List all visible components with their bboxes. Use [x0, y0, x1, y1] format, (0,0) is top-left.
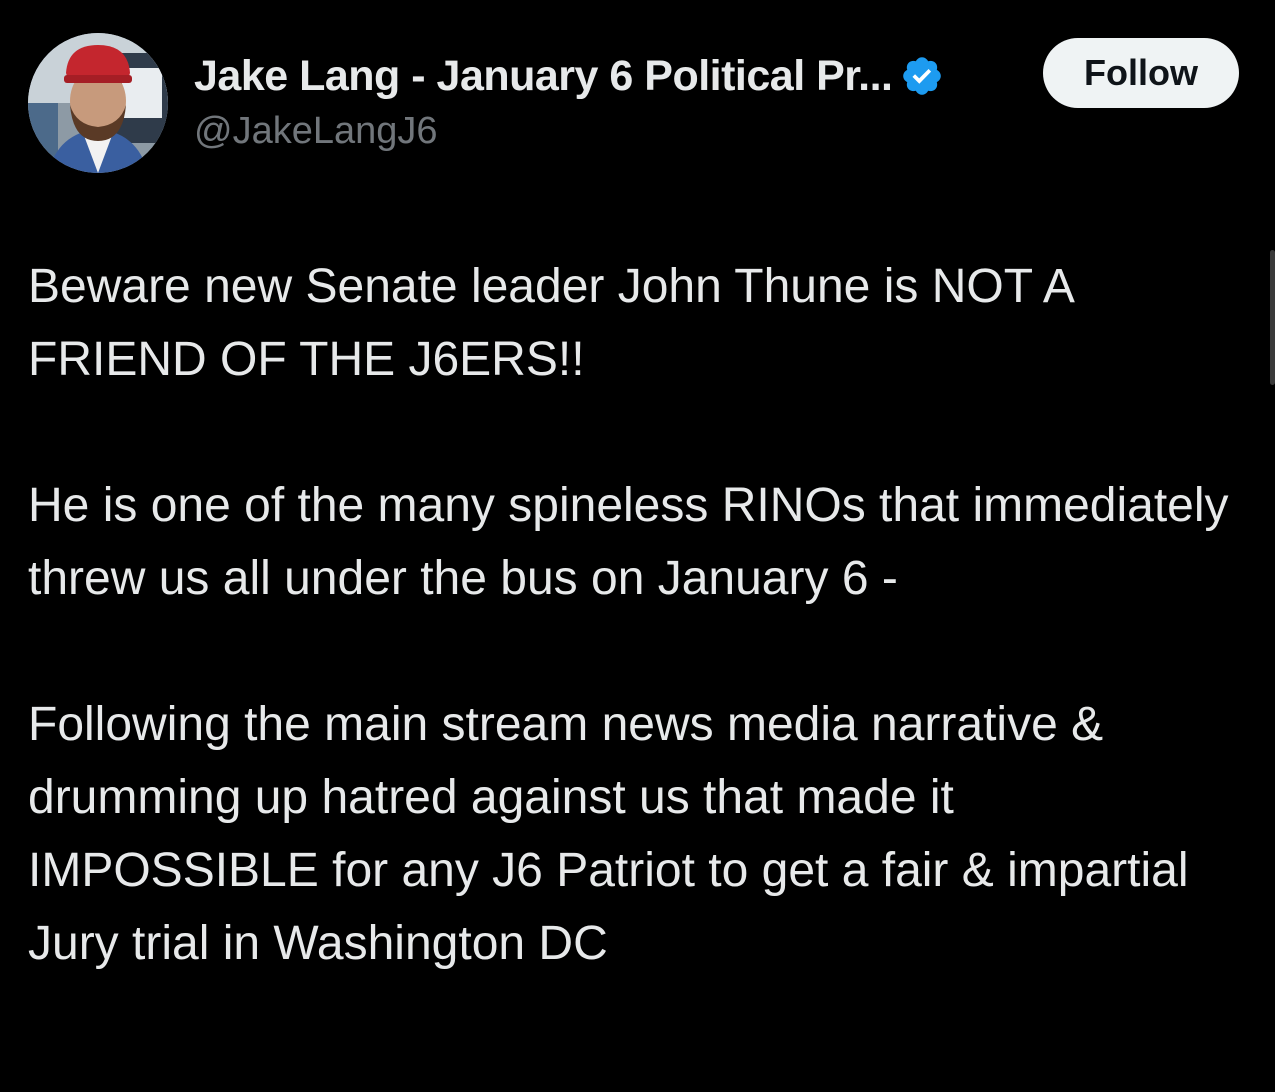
author-handle[interactable]: @JakeLangJ6: [194, 110, 944, 153]
tweet-paragraph: He is one of the many spineless RINOs th…: [28, 479, 1229, 605]
author-display-name[interactable]: Jake Lang - January 6 Political Pr...: [194, 52, 893, 101]
tweet-paragraph: Following the main stream news media nar…: [28, 698, 1189, 970]
scrollbar[interactable]: [1270, 250, 1275, 385]
avatar-photo: [28, 33, 168, 173]
author-header: Jake Lang - January 6 Political Pr... @J…: [194, 48, 944, 153]
verified-badge-icon[interactable]: [900, 54, 944, 98]
name-row: Jake Lang - January 6 Political Pr...: [194, 48, 944, 104]
tweet-text: Beware new Senate leader John Thune is N…: [28, 250, 1248, 980]
tweet-card: Jake Lang - January 6 Political Pr... @J…: [0, 0, 1275, 1092]
avatar[interactable]: [28, 33, 168, 173]
tweet-paragraph: Beware new Senate leader John Thune is N…: [28, 260, 1073, 386]
follow-button[interactable]: Follow: [1043, 38, 1239, 108]
